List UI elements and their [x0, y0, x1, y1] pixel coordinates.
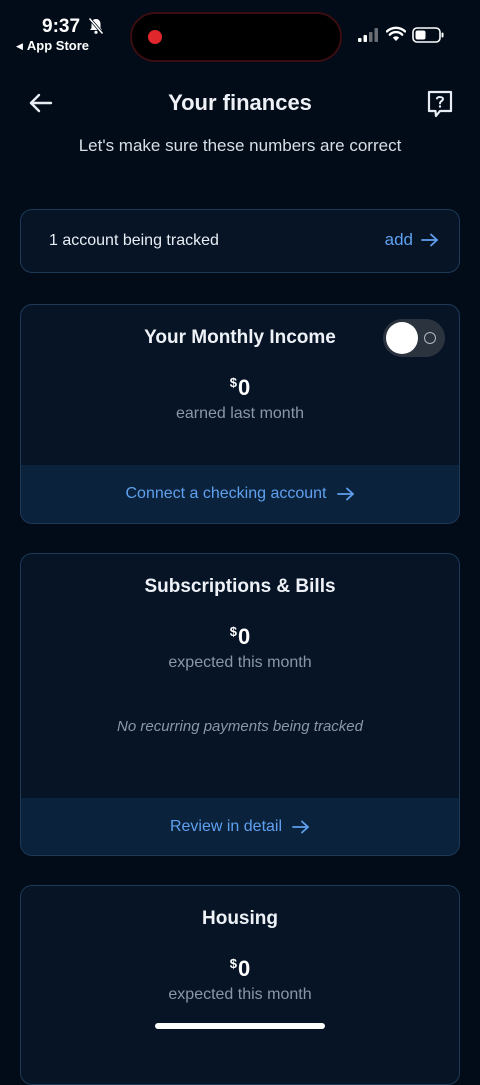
- clock: 9:37: [42, 16, 81, 37]
- income-caption: earned last month: [175, 405, 305, 422]
- housing-amount: $0: [21, 956, 459, 982]
- accounts-card: 1 account being tracked add: [20, 209, 460, 273]
- subscriptions-bills-card: Subscriptions & Bills $0 expected this m…: [20, 553, 460, 856]
- connect-checking-label: Connect a checking account: [125, 485, 327, 502]
- arrow-right-icon: [336, 487, 354, 501]
- home-indicator[interactable]: [155, 1023, 325, 1029]
- income-amount-value: 0: [237, 375, 251, 400]
- subscriptions-caption: expected this month: [168, 654, 312, 671]
- subscriptions-empty-state: No recurring payments being tracked: [117, 718, 363, 735]
- arrow-right-icon: [292, 820, 309, 834]
- income-toggle[interactable]: [383, 319, 445, 357]
- status-bar: 9:37 ◀ App Store: [0, 0, 480, 64]
- add-account-label: add: [384, 230, 413, 249]
- housing-caption: expected this month: [168, 986, 312, 1003]
- page-title: Your finances: [168, 90, 312, 115]
- subscriptions-title: Subscriptions & Bills: [144, 576, 336, 597]
- housing-currency: $: [229, 956, 237, 971]
- cellular-signal-icon: [358, 28, 378, 42]
- help-chat-icon[interactable]: [424, 88, 456, 120]
- subscriptions-amount-value: 0: [237, 624, 251, 649]
- nav-header: Your finances: [0, 80, 480, 130]
- accounts-tracked-label: 1 account being tracked: [49, 232, 219, 249]
- recording-indicator-icon: [148, 30, 162, 44]
- wifi-icon: [386, 26, 406, 41]
- subscriptions-currency: $: [229, 624, 237, 639]
- housing-title: Housing: [202, 908, 278, 929]
- connect-checking-button[interactable]: Connect a checking account: [21, 465, 459, 523]
- bell-off-icon: [88, 17, 104, 35]
- battery-icon: [412, 27, 444, 43]
- back-triangle-icon: ◀: [16, 41, 23, 51]
- back-to-app-store[interactable]: ◀ App Store: [16, 38, 89, 53]
- toggle-off-icon: [424, 332, 436, 344]
- subscriptions-amount: $0: [21, 624, 459, 650]
- housing-card: Housing $0 expected this month: [20, 885, 460, 1085]
- review-detail-button[interactable]: Review in detail: [21, 798, 459, 855]
- toggle-knob: [386, 322, 418, 354]
- income-currency: $: [229, 375, 237, 390]
- dynamic-island: [130, 12, 342, 62]
- add-account-button[interactable]: add: [385, 230, 439, 250]
- monthly-income-card: Your Monthly Income $0 earned last month…: [20, 304, 460, 524]
- arrow-right-icon: [421, 233, 438, 247]
- review-detail-label: Review in detail: [169, 818, 283, 835]
- housing-amount-value: 0: [237, 956, 251, 981]
- page-subtitle: Let's make sure these numbers are correc…: [78, 136, 402, 155]
- back-app-label: App Store: [26, 38, 90, 53]
- income-amount: $0: [21, 375, 459, 401]
